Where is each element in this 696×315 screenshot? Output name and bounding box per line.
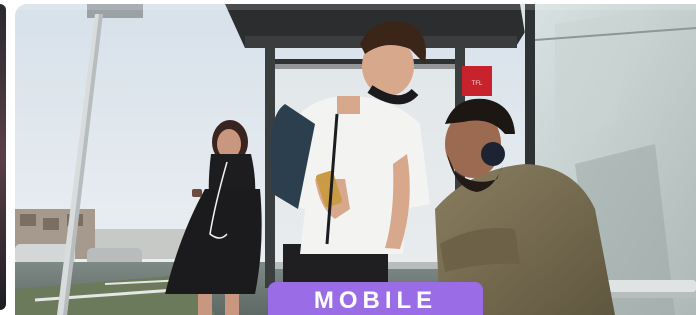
- category-badge[interactable]: MOBILE: [268, 282, 483, 315]
- shelter-sign-text: TFL: [472, 81, 483, 87]
- hero-photo: TFL: [15, 4, 696, 315]
- previous-card-edge[interactable]: [0, 4, 6, 310]
- carousel: TFL MOBILE: [0, 0, 696, 315]
- featured-card[interactable]: TFL MOBILE: [15, 4, 696, 315]
